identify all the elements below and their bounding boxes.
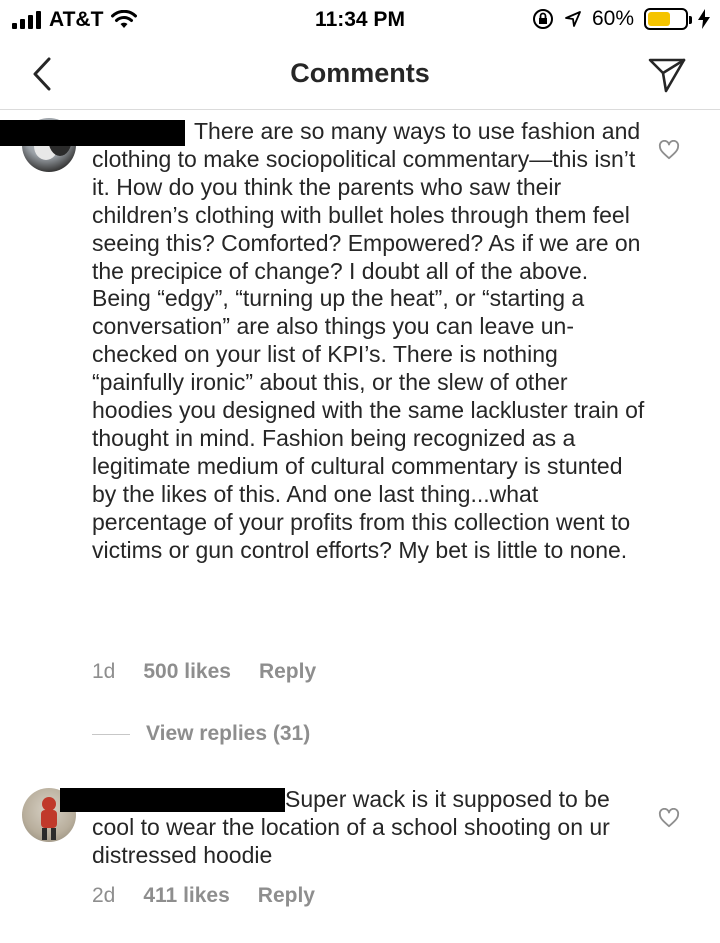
battery-fill <box>648 12 670 26</box>
comment-text: Super wack is it supposed to be cool to … <box>92 786 652 870</box>
comment-text: iThere are so many ways to use fashion a… <box>92 118 652 565</box>
comment-meta: 1d 500 likes Reply <box>92 660 316 684</box>
comment: Super wack is it supposed to be cool to … <box>0 780 720 930</box>
comment-body: There are so many ways to use fashion an… <box>92 118 645 563</box>
battery-percent: 60% <box>591 7 634 30</box>
heart-icon[interactable] <box>658 808 680 828</box>
comment-time: 1d <box>92 660 116 683</box>
charging-bolt-icon <box>698 9 710 29</box>
replies-divider <box>92 733 130 735</box>
nav-bar: Comments <box>0 40 720 110</box>
likes-count[interactable]: 500 likes <box>143 660 231 684</box>
view-replies-button[interactable]: View replies (31) <box>92 722 310 746</box>
direct-send-button[interactable] <box>642 50 692 100</box>
battery-icon <box>644 8 692 30</box>
status-bar: AT&T 11:34 PM 60% <box>0 0 720 40</box>
comment-body: Super wack is it supposed to be cool to … <box>92 786 610 868</box>
view-replies-label: View replies (31) <box>146 722 311 745</box>
status-right: 60% <box>532 7 710 31</box>
direct-send-icon <box>648 58 686 93</box>
comment-meta: 2d 411 likes Reply <box>92 884 315 908</box>
reply-button[interactable]: Reply <box>259 660 316 684</box>
heart-icon[interactable] <box>658 140 680 160</box>
likes-count[interactable]: 411 likes <box>143 884 229 908</box>
location-arrow-icon <box>565 11 581 27</box>
page-title: Comments <box>290 58 430 88</box>
comment-time: 2d <box>92 884 116 907</box>
reply-button[interactable]: Reply <box>258 884 315 908</box>
orientation-lock-icon <box>532 9 553 29</box>
comment: iThere are so many ways to use fashion a… <box>0 110 720 750</box>
